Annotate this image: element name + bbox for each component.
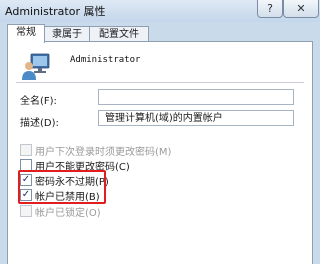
full-name-label: 全名(F): bbox=[20, 96, 57, 107]
window-title: Administrator 属性 bbox=[5, 5, 106, 18]
full-name-field[interactable] bbox=[98, 89, 294, 105]
checkbox-label: 用户下次登录时须更改密码(M) bbox=[35, 147, 172, 158]
checkbox-box[interactable] bbox=[20, 205, 32, 217]
description-field[interactable]: 管理计算机(域)的内置帐户 bbox=[98, 110, 294, 126]
tab-general[interactable]: 常规 bbox=[7, 24, 45, 43]
close-button[interactable]: ✕ bbox=[283, 0, 319, 18]
separator bbox=[16, 82, 304, 83]
account-name: Administrator bbox=[70, 55, 141, 65]
title-bar: Administrator 属性 ? ✕ bbox=[0, 0, 320, 22]
checkbox-label: 帐户已锁定(O) bbox=[35, 208, 101, 219]
description-label: 描述(D): bbox=[20, 118, 59, 129]
tab-strip: 常规 隶属于 配置文件 bbox=[7, 24, 313, 43]
tab-profile[interactable]: 配置文件 bbox=[89, 26, 149, 42]
checkbox-box[interactable] bbox=[20, 144, 32, 156]
help-button[interactable]: ? bbox=[257, 0, 283, 18]
tab-member-of[interactable]: 隶属于 bbox=[44, 26, 90, 42]
general-panel: Administrator 全名(F): 描述(D): 管理计算机(域)的内置帐… bbox=[7, 41, 313, 264]
user-monitor-icon bbox=[22, 53, 50, 80]
red-highlight-box bbox=[18, 170, 106, 204]
